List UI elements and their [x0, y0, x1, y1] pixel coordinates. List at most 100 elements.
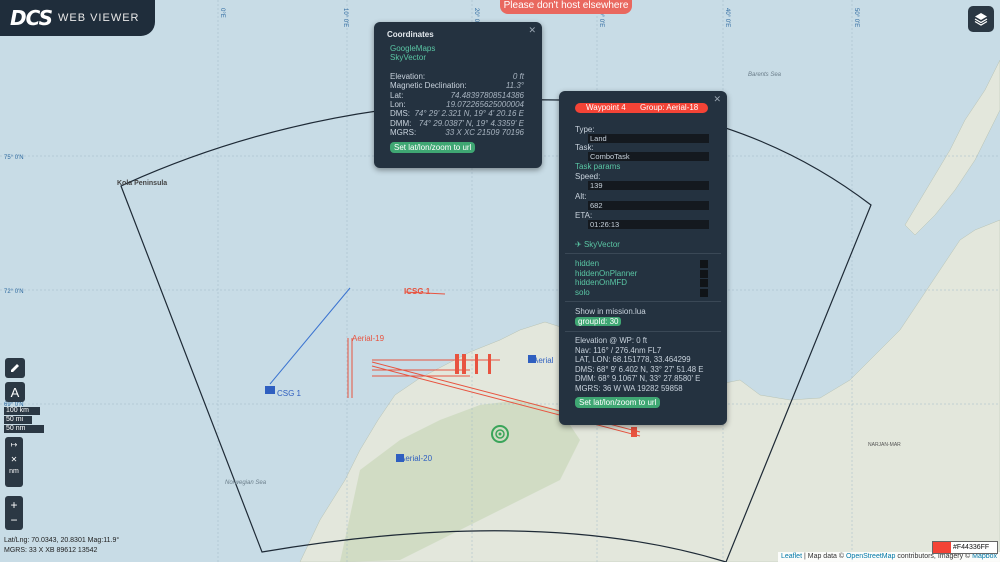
- eta-label: ETA:: [575, 211, 593, 220]
- label-lat75: 75° 0'N: [4, 155, 24, 161]
- skyvector-label: SkyVector: [583, 240, 620, 249]
- coord-row: Lat: 74.48397808514386: [390, 91, 524, 100]
- coord-key: Lon:: [390, 99, 406, 109]
- label-lon10: 10° 0'E: [342, 8, 348, 27]
- coord-key: DMS:: [390, 109, 410, 119]
- divider: [565, 331, 721, 332]
- flag-label: hiddenOnMFD: [575, 278, 628, 288]
- scale-km: 100 km: [4, 407, 40, 415]
- zoom-controls: + −: [5, 496, 23, 530]
- flag-checkbox[interactable]: [700, 260, 708, 268]
- attribution-text: | Map data ©: [802, 553, 846, 560]
- plane-icon: ✈: [575, 240, 582, 249]
- measure-icon[interactable]: ↦: [5, 440, 23, 449]
- logo-sub: WEB VIEWER: [57, 12, 140, 24]
- flag-checkbox[interactable]: [700, 288, 708, 297]
- waypoint-header: Waypoint 4 Group: Aerial-18: [575, 103, 708, 113]
- label-lon0: 0°E: [219, 8, 225, 18]
- coordinates-popup: ✕ Coordinates GoogleMaps SkyVector Eleva…: [374, 22, 542, 168]
- waypoint-info-line: DMM: 68° 9.1067' N, 33° 27.8580' E: [575, 374, 701, 384]
- coord-row: Elevation: 0 ft: [390, 72, 524, 81]
- coord-value: 0 ft: [512, 72, 524, 81]
- skyvector-link[interactable]: SkyVector: [390, 53, 426, 62]
- unit-label-csg1[interactable]: CSG 1: [277, 389, 302, 398]
- coord-value: 74.48397808514386: [450, 90, 524, 100]
- set-url-button[interactable]: Set lat/lon/zoom to url: [575, 397, 661, 408]
- waypoint-popup: ✕ Waypoint 4 Group: Aerial-18 Type: Land…: [559, 91, 727, 425]
- unit-label-aerial[interactable]: Aerial: [533, 356, 554, 365]
- measure-unit[interactable]: nm: [5, 468, 23, 475]
- set-url-button[interactable]: Set lat/lon/zoom to url: [390, 142, 476, 153]
- flag-checkbox[interactable]: [700, 279, 708, 288]
- color-swatch: [933, 542, 951, 553]
- label-lon40: 40° 0'E: [724, 8, 730, 27]
- waypoint-info-line: DMS: 68° 9' 6.402 N, 33° 27' 51.48 E: [575, 364, 704, 374]
- text-tool-button[interactable]: A: [5, 382, 25, 402]
- type-label: Type:: [575, 125, 595, 134]
- coord-row: DMS: 74° 29' 2.321 N, 19° 4' 20.16 E: [390, 109, 524, 118]
- leaflet-link[interactable]: Leaflet: [781, 553, 802, 560]
- waypoint-info-line: MGRS: 36 W WA 19282 59858: [575, 384, 683, 393]
- mapbox-link[interactable]: Mapbox: [972, 553, 997, 560]
- waypoint-group: Group: Aerial-18: [640, 103, 699, 112]
- task-label: Task:: [575, 143, 594, 152]
- eta-field[interactable]: 01:26:13: [588, 220, 709, 229]
- coord-key: DMM:: [390, 118, 412, 128]
- close-icon[interactable]: ✕: [528, 25, 536, 36]
- group-id-badge[interactable]: groupId: 30: [575, 317, 622, 326]
- task-field[interactable]: ComboTask: [588, 152, 709, 161]
- coord-row: DMM: 74° 29.0387' N, 19° 4.3359' E: [390, 119, 524, 128]
- coord-value: 74° 29' 2.321 N, 19° 4' 20.16 E: [414, 109, 524, 119]
- coord-value: 19.072265625000004: [446, 99, 524, 109]
- coord-key: MGRS:: [390, 127, 417, 137]
- unit-label-icsg1[interactable]: ICSG 1: [404, 287, 431, 296]
- coord-row: Magnetic Declination: 11.3°: [390, 81, 524, 90]
- coord-value: 11.3°: [505, 81, 524, 91]
- coord-value: 33 X XC 21509 70196: [445, 127, 524, 137]
- speed-field[interactable]: 139: [588, 181, 709, 190]
- plus-icon[interactable]: +: [5, 498, 23, 512]
- layers-button[interactable]: [968, 6, 994, 32]
- unit-label-aerial20[interactable]: Aerial-20: [400, 454, 433, 463]
- googlemaps-link[interactable]: GoogleMaps: [390, 44, 435, 53]
- pencil-icon: [11, 364, 19, 372]
- divider: [565, 253, 721, 254]
- divider: [565, 301, 721, 302]
- scale-nm: 50 nm: [4, 425, 44, 433]
- osm-link[interactable]: OpenStreetMap: [846, 553, 895, 560]
- type-field[interactable]: Land: [588, 134, 709, 143]
- flag-label: solo: [575, 287, 590, 297]
- label-kola: Kola Peninsula: [117, 180, 167, 187]
- task-params-link[interactable]: Task params: [575, 162, 620, 171]
- coordinates-title: Coordinates: [387, 30, 434, 39]
- cursor-latlng: Lat/Lng: 70.0343, 20.8301 Mag:11.9°: [4, 537, 120, 544]
- label-lon50: 50° 0'E: [853, 8, 859, 27]
- minus-icon[interactable]: −: [5, 513, 23, 527]
- layers-icon: [974, 13, 988, 26]
- close-icon[interactable]: ✕: [713, 94, 721, 105]
- flag-label: hidden: [575, 259, 600, 268]
- cursor-mgrs: MGRS: 33 X XB 89612 13542: [4, 547, 98, 554]
- skyvector-link[interactable]: ✈ SkyVector: [575, 240, 620, 249]
- coord-row: MGRS: 33 X XC 21509 70196: [390, 128, 524, 137]
- speed-label: Speed:: [575, 172, 601, 181]
- unit-label-aerial19[interactable]: Aerial-19: [352, 334, 385, 343]
- flag-checkbox[interactable]: [700, 269, 708, 278]
- draw-tool-button[interactable]: [5, 358, 25, 378]
- coord-value: 74° 29.0387' N, 19° 4.3359' E: [418, 118, 524, 128]
- text-tool-icon: A: [10, 384, 20, 400]
- waypoint-info-line: LAT, LON: 68.151778, 33.464299: [575, 355, 691, 365]
- label-barents: Barents Sea: [748, 72, 782, 78]
- label-narjan: NARJAN-MAR: [868, 442, 901, 448]
- alt-field[interactable]: 682: [588, 201, 709, 210]
- coord-key: Lat:: [390, 90, 404, 100]
- logo-main: DCS: [10, 6, 53, 30]
- waypoint-name: Waypoint 4: [586, 103, 626, 112]
- notice-banner: Please don't host elsewhere: [500, 0, 632, 14]
- close-icon[interactable]: ✕: [5, 455, 23, 464]
- waypoint-info-line: Nav: 116° / 276.4nm FL7: [575, 345, 662, 355]
- coord-row: Lon: 19.072265625000004: [390, 100, 524, 109]
- color-value: #F44336FF: [953, 544, 990, 551]
- attribution-text: contributors, Imagery ©: [895, 553, 973, 560]
- color-picker[interactable]: #F44336FF: [932, 541, 998, 554]
